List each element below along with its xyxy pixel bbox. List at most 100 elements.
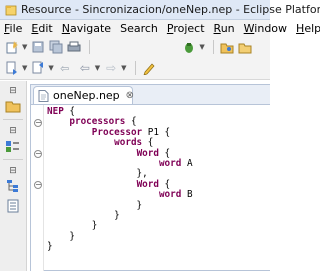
print-icon[interactable] bbox=[66, 39, 82, 55]
code-keyword: Processor bbox=[91, 126, 143, 138]
menu-mnemonic: R bbox=[213, 22, 221, 35]
open-resource-icon[interactable] bbox=[237, 39, 253, 55]
toolbar-separator bbox=[212, 40, 214, 54]
editor-tab-label: oneNep.nep bbox=[53, 89, 120, 102]
code-text: P1 { bbox=[142, 126, 171, 138]
trim-group-explorer: ⊟ bbox=[2, 85, 24, 117]
prev-annotation-icon[interactable] bbox=[30, 60, 46, 76]
toolbar-separator bbox=[134, 61, 136, 75]
chevron-down-icon[interactable]: ▼ bbox=[199, 43, 204, 51]
editor-tab[interactable]: oneNep.nep ⊗ bbox=[33, 86, 134, 104]
code-text: } bbox=[47, 220, 98, 232]
forward-icon[interactable]: ⇨ bbox=[103, 60, 119, 76]
main-toolbar: ▼ ▼ bbox=[0, 37, 270, 57]
editor-area: oneNep.nep ⊗ − − − NEP { processors { Pr… bbox=[30, 84, 270, 271]
new-icon[interactable] bbox=[4, 39, 20, 55]
code-text: }, bbox=[47, 168, 148, 180]
code-editor[interactable]: NEP { processors { Processor P1 { words … bbox=[47, 106, 193, 253]
close-icon[interactable]: ⊗ bbox=[126, 90, 134, 101]
menu-label: un bbox=[220, 22, 235, 35]
menu-bar: File Edit Navigate Search Project Run Window He… bbox=[0, 20, 320, 37]
folding-ruler: − − − bbox=[31, 105, 44, 271]
chevron-down-icon[interactable]: ▼ bbox=[48, 64, 53, 72]
menu-label: elp bbox=[304, 22, 320, 35]
menu-label: Search bbox=[120, 22, 158, 35]
trim-divider bbox=[3, 119, 23, 120]
code-keyword: Word bbox=[136, 147, 159, 159]
hierarchy-icon[interactable] bbox=[2, 177, 24, 195]
editor-tab-bar: oneNep.nep ⊗ bbox=[31, 85, 270, 105]
menu-item[interactable]: Project bbox=[167, 22, 205, 35]
menu-item[interactable]: Navigate bbox=[62, 22, 111, 35]
left-trim-stack: ⊟ ⊟ ⊟ bbox=[0, 81, 27, 271]
menu-item[interactable]: Search bbox=[120, 22, 158, 35]
fold-collapse-icon[interactable]: − bbox=[34, 181, 42, 189]
code-keyword: processors bbox=[69, 116, 126, 128]
menu-label: ile bbox=[9, 22, 23, 35]
menu-item[interactable]: File bbox=[4, 22, 22, 35]
open-type-icon[interactable] bbox=[219, 39, 235, 55]
save-all-icon[interactable] bbox=[48, 39, 64, 55]
code-keyword: word bbox=[158, 158, 182, 170]
menu-item[interactable]: Window bbox=[244, 22, 287, 35]
chevron-down-icon[interactable]: ▼ bbox=[22, 43, 27, 51]
menu-mnemonic: W bbox=[243, 22, 255, 35]
fold-collapse-icon[interactable]: − bbox=[34, 150, 42, 158]
code-keyword: Word bbox=[136, 178, 159, 190]
back-icon[interactable]: ⇦ bbox=[77, 60, 93, 76]
next-annotation-icon[interactable] bbox=[4, 60, 20, 76]
code-text: B bbox=[181, 189, 193, 201]
menu-item[interactable]: Edit bbox=[31, 22, 52, 35]
trim-group-views: ⊟ bbox=[2, 165, 24, 217]
trim-group-outline: ⊟ bbox=[2, 125, 24, 157]
code-keyword: word bbox=[158, 189, 182, 201]
toolbar-separator bbox=[89, 40, 91, 54]
code-text: { bbox=[63, 106, 75, 117]
edit-icon[interactable] bbox=[141, 60, 157, 76]
eclipse-resource-icon bbox=[5, 5, 17, 15]
trim-divider bbox=[3, 159, 23, 160]
code-line: } bbox=[47, 230, 193, 242]
chevron-down-icon[interactable]: ▼ bbox=[22, 64, 27, 72]
restore-icon[interactable]: ⊟ bbox=[2, 85, 24, 97]
code-line: } bbox=[47, 242, 193, 252]
chevron-down-icon[interactable]: ▼ bbox=[95, 64, 100, 72]
menu-label: avigate bbox=[69, 22, 112, 35]
title-bar: Resource - Sincronizacion/oneNep.nep - E… bbox=[0, 0, 320, 20]
code-text: } bbox=[47, 230, 75, 242]
code-keyword: words bbox=[114, 137, 143, 149]
code-keyword: NEP bbox=[47, 106, 64, 117]
project-explorer-icon[interactable] bbox=[2, 97, 24, 115]
outline-icon[interactable] bbox=[2, 137, 24, 155]
fold-collapse-icon[interactable]: − bbox=[34, 119, 42, 127]
code-text: { bbox=[158, 147, 171, 159]
last-edit-icon[interactable]: ⇦ bbox=[57, 60, 73, 76]
menu-mnemonic: N bbox=[61, 22, 70, 35]
file-icon bbox=[38, 89, 49, 102]
code-text: } bbox=[47, 210, 120, 222]
debug-icon[interactable] bbox=[181, 39, 197, 55]
restore-icon[interactable]: ⊟ bbox=[2, 165, 24, 177]
menu-label: indow bbox=[254, 22, 288, 35]
code-text: A bbox=[181, 158, 193, 170]
chevron-down-icon[interactable]: ▼ bbox=[121, 64, 126, 72]
code-text: } bbox=[47, 199, 143, 211]
code-text: } bbox=[47, 241, 53, 253]
menu-item[interactable]: Help bbox=[296, 22, 320, 35]
code-text: { bbox=[142, 137, 154, 149]
code-text: { bbox=[158, 178, 171, 190]
code-text: { bbox=[125, 116, 137, 128]
restore-icon[interactable]: ⊟ bbox=[2, 125, 24, 137]
navigation-toolbar: ▼ ▼ ⇦ ⇦ ▼ ⇨ ▼ bbox=[0, 57, 270, 80]
menu-label: roject bbox=[173, 22, 205, 35]
menu-item[interactable]: Run bbox=[214, 22, 235, 35]
console-icon[interactable] bbox=[2, 197, 24, 215]
save-icon[interactable] bbox=[30, 39, 46, 55]
